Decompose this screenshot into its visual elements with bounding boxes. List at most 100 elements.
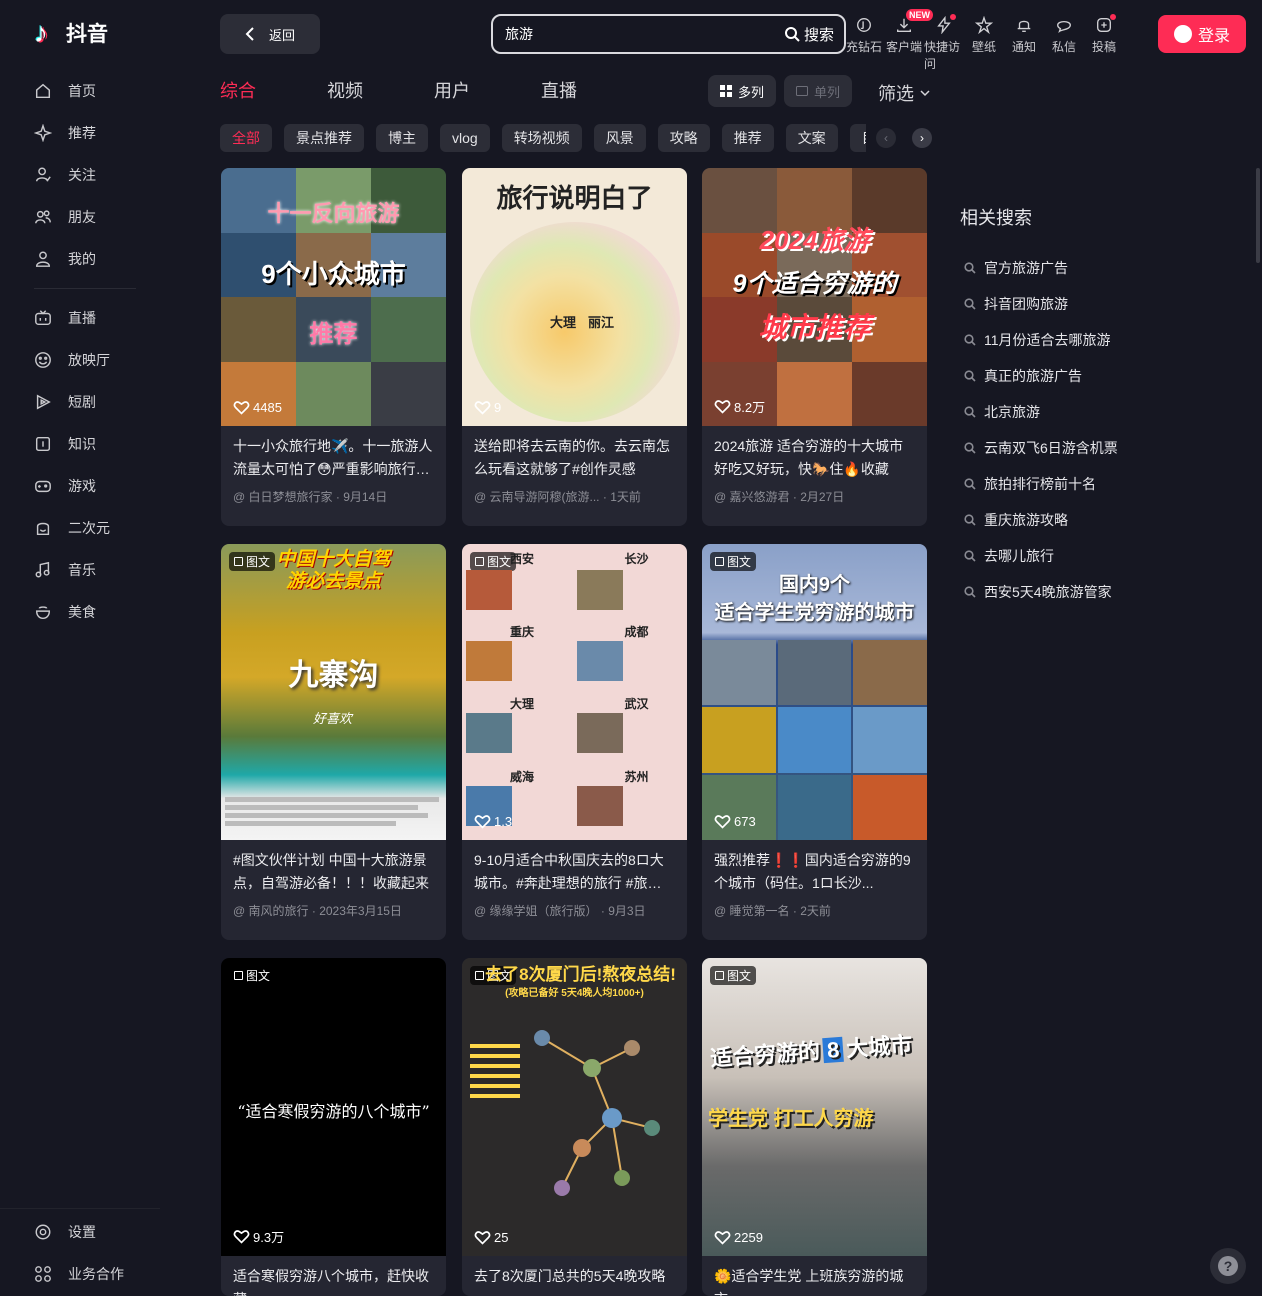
card-title[interactable]: 2024旅游 适合穷游的十大城市 好吃又好玩，快🐎住🔥收藏	[714, 435, 915, 481]
wallpaper-button[interactable]: 壁纸	[964, 12, 1004, 72]
related-search-item[interactable]: 去哪儿旅行	[964, 538, 1118, 574]
card-thumbnail[interactable]: 图文 国内9个 适合学生党穷游的城市 673	[702, 544, 927, 840]
related-search-item[interactable]: 西安5天4晚旅游管家	[964, 574, 1118, 610]
multi-column-button[interactable]: 多列	[708, 75, 777, 107]
message-button[interactable]: 私信	[1044, 12, 1084, 72]
sidebar-item-follow[interactable]: 关注	[0, 154, 160, 196]
sidebar-item-live[interactable]: 直播	[0, 297, 160, 339]
author-name[interactable]: @ 睡觉第一名	[714, 904, 790, 918]
upload-button[interactable]: 投稿	[1084, 12, 1124, 72]
related-search-item[interactable]: 北京旅游	[964, 394, 1118, 430]
client-download-button[interactable]: NEW 客户端	[884, 9, 933, 72]
sidebar-item-label: 我的	[68, 251, 96, 267]
page-scrollbar[interactable]	[1256, 168, 1260, 263]
result-card[interactable]: 十一反向旅游 9个小众城市 推荐 4485 十一小众旅行地✈️。十一旅游人流量太…	[221, 168, 446, 526]
single-column-button[interactable]: 单列	[784, 75, 853, 107]
sidebar-item-knowledge[interactable]: 知识	[0, 423, 160, 465]
search-button[interactable]: 搜索	[784, 24, 844, 45]
related-search-item[interactable]: 真正的旅游广告	[964, 358, 1118, 394]
chip-all[interactable]: 全部	[220, 124, 272, 152]
chip-recommend[interactable]: 推荐	[721, 124, 774, 152]
related-search-item[interactable]: 11月份适合去哪旅游	[964, 322, 1118, 358]
recharge-button[interactable]: 充钻石	[844, 12, 884, 72]
card-thumbnail[interactable]: 图文 适合穷游的 8 大城市 学生党 打工人穷游 2259	[702, 958, 927, 1256]
author-name[interactable]: @ 云南导游阿穆(旅游...	[474, 490, 600, 504]
login-button[interactable]: 登录	[1158, 15, 1246, 53]
sidebar-item-mine[interactable]: 我的	[0, 238, 160, 280]
tab-video[interactable]: 视频	[327, 78, 363, 104]
related-search-item[interactable]: 旅拍排行榜前十名	[964, 466, 1118, 502]
result-card[interactable]: 图文 去了8次厦门后!熬夜总结! (攻略已备好 5天4晚人均1000+) 25 …	[462, 958, 687, 1296]
chip-copywriting[interactable]: 文案	[785, 124, 838, 152]
related-search-item[interactable]: 云南双飞6日游含机票	[964, 430, 1118, 466]
chip-scroll-left-button[interactable]: ‹	[876, 128, 896, 148]
douyin-logo[interactable]: ♪ ♪ ♪ 抖音	[33, 17, 108, 49]
result-card[interactable]: 图文 西安 长沙 重庆 成都 大理 武汉 威海 苏州 1.3 9-10月适合中秋…	[462, 544, 687, 940]
related-search-item[interactable]: 抖音团购旅游	[964, 286, 1118, 322]
tab-comprehensive[interactable]: 综合	[220, 78, 256, 104]
author-name[interactable]: @ 南风的旅行	[233, 904, 309, 918]
result-card[interactable]: 旅行说明白了 大理 丽江 9 送给即将去云南的你。去云南怎么玩看这就够了#创作灵…	[462, 168, 687, 526]
result-card[interactable]: 2024旅游 9个适合穷游的 城市推荐 8.2万 2024旅游 适合穷游的十大城…	[702, 168, 927, 526]
notification-button[interactable]: 通知	[1004, 12, 1044, 72]
chip-scenic[interactable]: 景点推荐	[284, 124, 364, 152]
card-meta: #图文伙伴计划 中国十大旅游景点，自驾游必备！！！收藏起来 @ 南风的旅行 · …	[221, 840, 446, 918]
chip-blogger[interactable]: 博主	[376, 124, 428, 152]
search-icon	[964, 298, 976, 310]
search-input[interactable]	[493, 26, 784, 42]
card-title[interactable]: 🌼适合学生党 上班族穷游的城市	[714, 1265, 915, 1296]
sidebar-item-anime[interactable]: 二次元	[0, 507, 160, 549]
chip-vlog[interactable]: vlog	[440, 124, 490, 152]
sidebar-item-friends[interactable]: 朋友	[0, 196, 160, 238]
sidebar-item-home[interactable]: 首页	[0, 70, 160, 112]
card-title[interactable]: #图文伙伴计划 中国十大旅游景点，自驾游必备！！！收藏起来	[233, 849, 434, 895]
sidebar-item-recommend[interactable]: 推荐	[0, 112, 160, 154]
sidebar-item-business[interactable]: 业务合作	[0, 1253, 160, 1295]
chip-destination[interactable]: 目的地	[849, 124, 866, 152]
related-search-item[interactable]: 官方旅游广告	[964, 250, 1118, 286]
help-button[interactable]: ?	[1210, 1248, 1246, 1284]
result-card[interactable]: 图文 “适合寒假穷游的八个城市” 9.3万 适合寒假穷游八个城市，赶快收藏	[221, 958, 446, 1296]
like-count-value: 673	[734, 814, 756, 829]
card-thumbnail[interactable]: 图文 中国十大自驾 游必去景点 九寨沟 好喜欢	[221, 544, 446, 840]
sidebar-item-music[interactable]: 音乐	[0, 549, 160, 591]
result-card[interactable]: 图文 适合穷游的 8 大城市 学生党 打工人穷游 2259 🌼适合学生党 上班族穷游…	[702, 958, 927, 1296]
chip-transition[interactable]: 转场视频	[501, 124, 582, 152]
back-button[interactable]: 返回	[220, 14, 320, 54]
chip-bar: 全部 景点推荐 博主 vlog 转场视频 风景 攻略 推荐 文案 目的地	[220, 124, 866, 152]
card-thumbnail[interactable]: 旅行说明白了 大理 丽江 9	[462, 168, 687, 426]
filter-button[interactable]: 筛选	[878, 80, 930, 106]
author-name[interactable]: @ 嘉兴悠游君	[714, 490, 790, 504]
card-title[interactable]: 去了8次厦门总共的5天4晚攻略	[474, 1265, 675, 1296]
tab-live[interactable]: 直播	[541, 78, 577, 104]
card-thumbnail[interactable]: 十一反向旅游 9个小众城市 推荐 4485	[221, 168, 446, 426]
card-title[interactable]: 9-10月适合中秋国庆去的8ロ大城市。#奔赴理想的旅行 #旅游推荐	[474, 849, 675, 895]
card-thumbnail[interactable]: 2024旅游 9个适合穷游的 城市推荐 8.2万	[702, 168, 927, 426]
author-name[interactable]: @ 缘缘学姐（旅行版）	[474, 904, 598, 918]
card-title[interactable]: 送给即将去云南的你。去云南怎么玩看这就够了#创作灵感	[474, 435, 675, 481]
card-title[interactable]: 适合寒假穷游八个城市，赶快收藏	[233, 1265, 434, 1296]
related-search-item[interactable]: 重庆旅游攻略	[964, 502, 1118, 538]
related-search-label: 官方旅游广告	[984, 260, 1068, 276]
sidebar-item-food[interactable]: 美食	[0, 591, 160, 633]
card-thumbnail[interactable]: 图文 去了8次厦门后!熬夜总结! (攻略已备好 5天4晚人均1000+) 25	[462, 958, 687, 1256]
card-title[interactable]: 强烈推荐❗❗国内适合穷游的9个城市（码住。1ロ长沙...	[714, 849, 915, 895]
chip-guide[interactable]: 攻略	[657, 124, 710, 152]
card-thumbnail[interactable]: 图文 西安 长沙 重庆 成都 大理 武汉 威海 苏州 1.3	[462, 544, 687, 840]
sidebar-item-short-drama[interactable]: 短剧	[0, 381, 160, 423]
author-name[interactable]: @ 白日梦想旅行家	[233, 490, 333, 504]
sidebar-item-games[interactable]: 游戏	[0, 465, 160, 507]
photo-icon	[234, 971, 243, 980]
card-thumbnail[interactable]: 图文 “适合寒假穷游的八个城市” 9.3万	[221, 958, 446, 1256]
sidebar-item-cinema[interactable]: 放映厅	[0, 339, 160, 381]
chip-scroll-right-button[interactable]: ›	[912, 128, 932, 148]
overlay-text: 去了8次厦门后!熬夜总结!	[485, 965, 676, 984]
sidebar-item-label: 短剧	[68, 394, 96, 410]
quick-access-button[interactable]: 快捷访问	[924, 12, 964, 72]
chip-scenery[interactable]: 风景	[593, 124, 646, 152]
result-card[interactable]: 图文 中国十大自驾 游必去景点 九寨沟 好喜欢 #图文伙伴计划 中国十大旅游景点…	[221, 544, 446, 940]
tab-users[interactable]: 用户	[434, 78, 470, 104]
sidebar-item-settings[interactable]: 设置	[0, 1211, 160, 1253]
result-card[interactable]: 图文 国内9个 适合学生党穷游的城市 673 强烈推荐❗❗国内适合穷游的9个城市…	[702, 544, 927, 940]
card-title[interactable]: 十一小众旅行地✈️。十一旅游人流量太可怕了😳严重影响旅行体验	[233, 435, 434, 481]
